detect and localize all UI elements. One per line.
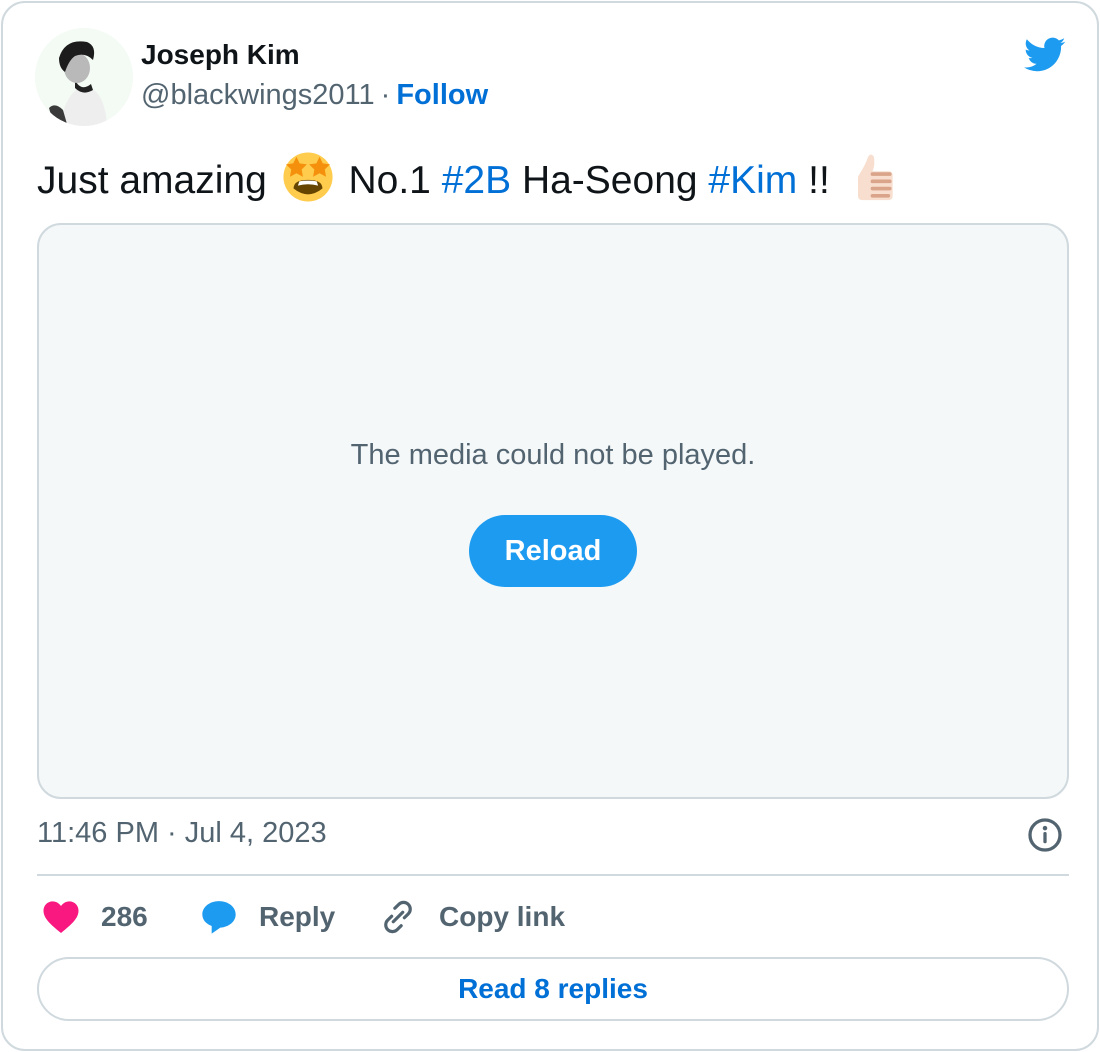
separator: ·: [380, 79, 391, 111]
hashtag-2b-link[interactable]: #2B: [442, 159, 511, 202]
media-error-message: The media could not be played.: [350, 439, 756, 471]
author-avatar[interactable]: [35, 28, 133, 126]
info-icon[interactable]: [1027, 817, 1063, 853]
twitter-bird-icon[interactable]: [1021, 33, 1069, 75]
thumbs-up-emoji-icon: [845, 151, 897, 203]
read-replies-button[interactable]: Read 8 replies: [37, 957, 1069, 1021]
divider: [37, 874, 1069, 876]
copy-link-button[interactable]: Copy link: [379, 895, 565, 939]
author-name[interactable]: Joseph Kim: [141, 38, 300, 72]
link-icon: [384, 900, 412, 934]
tweet-text: Just amazing No.1 #2B Ha-Seong #Kim !!: [37, 151, 901, 204]
like-count: 286: [101, 901, 148, 932]
tweet-text-part: No.1: [348, 159, 431, 202]
reply-button[interactable]: Reply: [199, 895, 335, 939]
speech-bubble-icon: [202, 901, 236, 934]
hashtag-kim-link[interactable]: #Kim: [708, 159, 797, 202]
profile-photo-icon: [35, 28, 133, 126]
reload-button[interactable]: Reload: [469, 515, 637, 587]
media-container: The media could not be played. Reload: [37, 223, 1069, 799]
copy-link-label: Copy link: [439, 901, 566, 932]
tweet-timestamp[interactable]: 11:46 PM · Jul 4, 2023: [37, 815, 327, 851]
tweet-text-part: Ha-Seong: [521, 159, 698, 202]
tweet-text-part: Just amazing: [37, 159, 267, 202]
reply-label: Reply: [259, 901, 336, 932]
author-meta: @blackwings2011 · Follow: [141, 77, 488, 113]
tweet-text-part: !!: [808, 159, 830, 202]
follow-link[interactable]: Follow: [396, 79, 488, 111]
tweet-embed-card: Joseph Kim @blackwings2011 · Follow Just a…: [1, 1, 1099, 1051]
author-handle[interactable]: @blackwings2011: [141, 79, 375, 111]
heart-icon: [43, 901, 79, 933]
star-struck-emoji-icon: [282, 151, 334, 203]
like-button[interactable]: 286: [41, 895, 148, 939]
